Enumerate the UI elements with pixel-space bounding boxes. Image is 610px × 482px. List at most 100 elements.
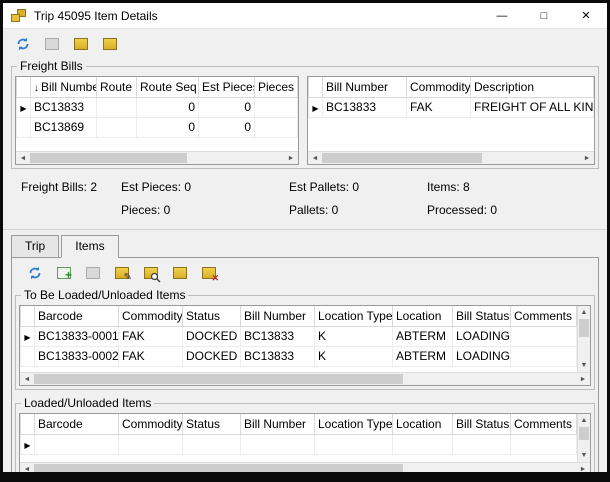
loaded-label: Loaded/Unloaded Items: [21, 396, 154, 410]
scroll-up-icon[interactable]: ▲: [578, 414, 590, 427]
column-header-status[interactable]: Status: [183, 414, 241, 434]
scroll-left-icon[interactable]: ◄: [20, 373, 34, 385]
items-tab-page: + ✎ ✕ To Be Loaded/Unloaded Items: [11, 257, 599, 482]
scroll-thumb[interactable]: [34, 374, 403, 384]
column-header-bill-status[interactable]: Bill Status: [453, 414, 511, 434]
scroll-thumb[interactable]: [322, 153, 482, 163]
row-indicator-icon: ▶: [20, 104, 26, 113]
sort-desc-icon: ↓: [34, 83, 39, 94]
cancel-icon: [83, 263, 103, 283]
column-header-status[interactable]: Status: [183, 306, 241, 326]
cancel-icon: [42, 34, 62, 54]
horizontal-scrollbar[interactable]: ◄ ►: [308, 151, 594, 164]
table-row[interactable]: ▶ BC13833 FAK FREIGHT OF ALL KINDS: [309, 97, 594, 117]
column-header-commodity[interactable]: Commodity: [119, 306, 183, 326]
unload-items-icon[interactable]: [100, 34, 120, 54]
column-header-location-type[interactable]: Location Type: [315, 414, 393, 434]
tab-items[interactable]: Items: [61, 235, 118, 258]
scroll-thumb[interactable]: [30, 153, 187, 163]
freight-bills-grid-panel: ↓Bill Number Route Route Seq Est Pieces …: [15, 76, 299, 165]
close-button[interactable]: ✕: [565, 3, 607, 28]
freight-bill-detail-panel: Bill Number Commodity Description ▶ BC13…: [307, 76, 595, 165]
row-indicator-icon: ▶: [24, 333, 30, 342]
magnifier-icon: [150, 272, 161, 283]
tab-trip[interactable]: Trip: [11, 235, 59, 258]
title-bar: Trip 45095 Item Details — □ ✕: [3, 3, 607, 29]
horizontal-scrollbar[interactable]: ◄ ►: [20, 462, 590, 475]
summary-items: Items: 8: [427, 180, 607, 194]
load-items-icon[interactable]: [71, 34, 91, 54]
column-header-bill-status[interactable]: Bill Status: [453, 306, 511, 326]
table-row[interactable]: ▶: [21, 434, 577, 454]
horizontal-scrollbar[interactable]: ◄ ►: [20, 372, 590, 385]
delete-item-icon[interactable]: ✕: [199, 263, 219, 283]
column-header-route-seq[interactable]: Route Seq: [137, 77, 199, 97]
main-toolbar: [3, 29, 607, 59]
freight-bills-group: Freight Bills ↓Bill Number Route Route S…: [11, 59, 599, 169]
vertical-scrollbar[interactable]: ▲ ▼: [577, 414, 590, 462]
tab-strip: Trip Items: [3, 230, 607, 258]
column-header-commodity[interactable]: Commodity: [407, 77, 471, 97]
window-title: Trip 45095 Item Details: [34, 9, 158, 23]
to-be-loaded-grid-panel: Barcode Commodity Status Bill Number Loc…: [19, 305, 591, 386]
indicator-header: [21, 414, 35, 434]
summary-est-pallets: Est Pallets: 0: [289, 180, 427, 194]
scroll-thumb[interactable]: [579, 427, 589, 440]
column-header-pieces[interactable]: Pieces: [255, 77, 298, 97]
summary-processed: Processed: 0: [427, 203, 607, 217]
trip-item-details-window: Trip 45095 Item Details — □ ✕ Freight Bi…: [0, 0, 610, 482]
scroll-left-icon[interactable]: ◄: [20, 463, 34, 475]
table-row[interactable]: BC13833-0002 FAK DOCKED BC13833 K ABTERM…: [21, 346, 577, 366]
summary-pieces: Pieces: 0: [121, 203, 289, 217]
table-row[interactable]: ▶ BC13833 0 0: [17, 97, 298, 117]
scroll-right-icon[interactable]: ►: [576, 463, 590, 475]
column-header-description[interactable]: Description: [471, 77, 594, 97]
column-header-est-pieces[interactable]: Est Pieces: [199, 77, 255, 97]
refresh-icon[interactable]: [25, 263, 45, 283]
table-row[interactable]: BC13869 0 0: [17, 117, 298, 137]
column-header-location[interactable]: Location: [393, 414, 453, 434]
column-header-bill-number[interactable]: Bill Number: [241, 414, 315, 434]
scroll-thumb[interactable]: [34, 464, 403, 474]
app-icon: [11, 8, 28, 24]
find-item-icon[interactable]: [141, 263, 161, 283]
maximize-button[interactable]: □: [523, 3, 565, 28]
column-header-bill-number[interactable]: Bill Number: [323, 77, 407, 97]
indicator-header: [17, 77, 31, 97]
scroll-right-icon[interactable]: ►: [580, 152, 594, 164]
table-row[interactable]: ▶ BC13833-0001 FAK DOCKED BC13833 K ABTE…: [21, 326, 577, 346]
indicator-header: [309, 77, 323, 97]
scroll-down-icon[interactable]: ▼: [578, 449, 590, 462]
column-header-comments[interactable]: Comments: [511, 306, 577, 326]
column-header-location-type[interactable]: Location Type: [315, 306, 393, 326]
horizontal-scrollbar[interactable]: ◄ ►: [16, 151, 298, 164]
column-header-location[interactable]: Location: [393, 306, 453, 326]
scroll-right-icon[interactable]: ►: [576, 373, 590, 385]
freight-bills-grid: ↓Bill Number Route Route Seq Est Pieces …: [16, 77, 298, 138]
scroll-left-icon[interactable]: ◄: [16, 152, 30, 164]
load-item-icon[interactable]: [170, 263, 190, 283]
refresh-icon[interactable]: [13, 34, 33, 54]
add-item-icon[interactable]: +: [54, 263, 74, 283]
edit-item-icon[interactable]: ✎: [112, 263, 132, 283]
minimize-button[interactable]: —: [481, 3, 523, 28]
row-indicator-icon: ▶: [24, 441, 30, 450]
column-header-bill-number[interactable]: ↓Bill Number: [31, 77, 97, 97]
scroll-down-icon[interactable]: ▼: [578, 359, 590, 372]
column-header-comments[interactable]: Comments: [511, 414, 577, 434]
scroll-thumb[interactable]: [579, 319, 589, 337]
column-header-barcode[interactable]: Barcode: [35, 306, 119, 326]
freight-bills-summary: Freight Bills: 2 Est Pieces: 0 Est Palle…: [3, 169, 607, 227]
summary-est-pieces: Est Pieces: 0: [121, 180, 289, 194]
column-header-barcode[interactable]: Barcode: [35, 414, 119, 434]
scroll-right-icon[interactable]: ►: [284, 152, 298, 164]
to-be-loaded-label: To Be Loaded/Unloaded Items: [21, 288, 188, 302]
vertical-scrollbar[interactable]: ▲ ▼: [577, 306, 590, 372]
column-header-route[interactable]: Route: [97, 77, 137, 97]
loaded-grid-panel: Barcode Commodity Status Bill Number Loc…: [19, 413, 591, 476]
summary-pallets: Pallets: 0: [289, 203, 427, 217]
column-header-bill-number[interactable]: Bill Number: [241, 306, 315, 326]
column-header-commodity[interactable]: Commodity: [119, 414, 183, 434]
scroll-left-icon[interactable]: ◄: [308, 152, 322, 164]
scroll-up-icon[interactable]: ▲: [578, 306, 590, 319]
